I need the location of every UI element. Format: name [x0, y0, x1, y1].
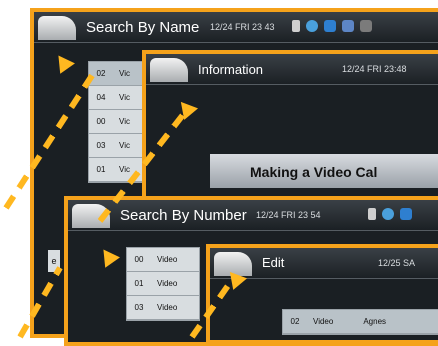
clock: 12/24 FRI 23 43: [210, 22, 275, 32]
list-item[interactable]: 01 Video: [127, 272, 199, 296]
list-item[interactable]: 02 Vic: [89, 62, 149, 86]
clock: 12/25 SA: [378, 258, 416, 268]
title-bar: Information 12/24 FRI 23:48: [146, 54, 438, 85]
lock-icon: [292, 20, 300, 32]
disc-icon[interactable]: [306, 20, 318, 32]
lock-icon: [368, 208, 376, 220]
title-bar: Search By Name 12/24 FRI 23 43: [34, 12, 438, 43]
list-item[interactable]: 00 Vic: [89, 110, 149, 134]
list-item[interactable]: 02 Video Agnes: [283, 310, 438, 334]
disc-icon[interactable]: [382, 208, 394, 220]
card-icon[interactable]: [324, 20, 336, 32]
flag-icon[interactable]: [360, 20, 372, 32]
info-banner: Making a Video Cal: [210, 154, 438, 188]
mic-icon[interactable]: [342, 20, 354, 32]
window-title: Edit: [262, 255, 285, 270]
clock: 12/24 FRI 23 54: [256, 210, 321, 220]
number-list: 00 Video 01 Video 03 Video: [126, 247, 200, 321]
status-icons: [292, 20, 372, 32]
panel-body: 02 Video Agnes: [210, 279, 438, 340]
card-icon[interactable]: [400, 208, 412, 220]
clock: 12/24 FRI 23:48: [342, 64, 407, 74]
edit-list: 02 Video Agnes: [282, 309, 438, 335]
tab-icon[interactable]: [38, 16, 76, 40]
edit-panel: Edit 12/25 SA 02 Video Agnes: [206, 244, 438, 344]
tab-icon[interactable]: [150, 58, 188, 82]
list-item[interactable]: 04 Vic: [89, 86, 149, 110]
title-bar: Search By Number 12/24 FRI 23 54: [68, 200, 438, 231]
list-item[interactable]: 03 Vic: [89, 134, 149, 158]
list-item[interactable]: 00 Video: [127, 248, 199, 272]
window-title: Search By Number: [120, 207, 247, 224]
window-title: Search By Name: [86, 19, 200, 36]
status-icons: [368, 208, 412, 220]
list-item[interactable]: 03 Video: [127, 296, 199, 320]
window-title: Information: [198, 62, 264, 77]
